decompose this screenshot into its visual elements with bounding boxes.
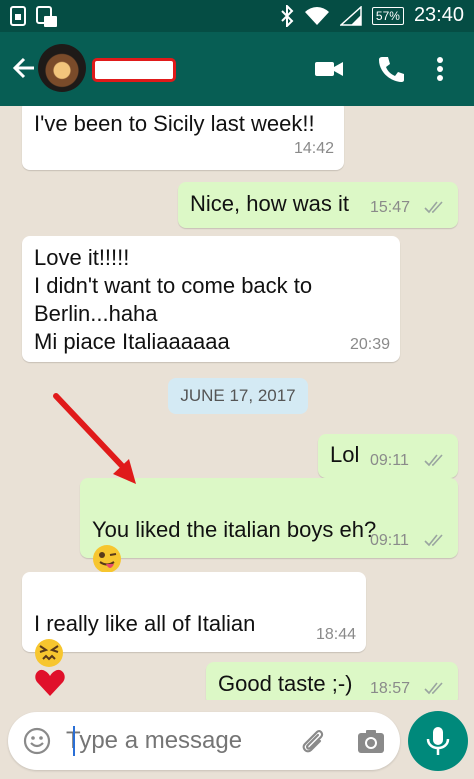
- red-heart-emoji: [35, 670, 65, 697]
- message-text-body: You liked the italian boys eh?: [92, 517, 377, 542]
- double-check-icon: [424, 682, 443, 695]
- message-time: 09:11: [370, 452, 409, 469]
- message-composer: [8, 712, 400, 770]
- message-text-body: I really like all of Italian: [34, 611, 256, 636]
- video-call-icon[interactable]: [314, 54, 344, 84]
- back-arrow-icon[interactable]: [10, 54, 38, 82]
- message-text: Lol: [330, 442, 360, 467]
- chat-area[interactable]: I've been to Sicily last week!! 14:42 Ni…: [0, 106, 474, 700]
- message-time: 14:42: [293, 140, 334, 157]
- incoming-message[interactable]: I really like all of Italian 18:44: [22, 572, 366, 697]
- message-text: Love it!!!!! I didn't want to come back …: [34, 245, 313, 354]
- battery-icon: 57%: [371, 6, 404, 25]
- emoji-icon[interactable]: [22, 726, 52, 756]
- sim-icon: [10, 6, 26, 26]
- camera-icon[interactable]: [356, 726, 386, 756]
- incoming-message[interactable]: Love it!!!!! I didn't want to come back …: [22, 236, 400, 362]
- message-text: Good taste ;-): [218, 671, 353, 696]
- bluetooth-icon: [281, 4, 294, 27]
- incoming-message[interactable]: I've been to Sicily last week!! 14:42: [22, 106, 344, 170]
- mic-icon: [426, 727, 450, 755]
- status-time: 23:40: [413, 4, 464, 26]
- mic-button[interactable]: [408, 711, 468, 771]
- message-text: Nice, how was it: [190, 191, 349, 216]
- outgoing-message[interactable]: You liked the italian boys eh? 09:11: [80, 478, 458, 574]
- date-divider: JUNE 17, 2017: [168, 378, 308, 414]
- phone-icon[interactable]: [376, 54, 406, 84]
- double-check-icon: [424, 534, 443, 547]
- signal-icon: [339, 5, 362, 26]
- redacted-contact-name[interactable]: [92, 58, 176, 82]
- chat-header: [0, 32, 474, 106]
- message-time: 09:11: [370, 532, 409, 549]
- sd-card-icon: [36, 6, 57, 27]
- more-vert-icon[interactable]: [432, 54, 448, 84]
- wifi-icon: [304, 6, 329, 25]
- message-time: 18:44: [315, 626, 356, 643]
- message-time: 20:39: [349, 336, 390, 353]
- avatar[interactable]: [38, 44, 86, 92]
- attach-icon[interactable]: [298, 726, 328, 756]
- message-text: I've been to Sicily last week!!: [34, 111, 315, 136]
- message-time: 18:57: [370, 680, 411, 697]
- outgoing-message[interactable]: Lol 09:11: [318, 434, 458, 478]
- message-input[interactable]: [66, 727, 286, 755]
- winking-tongue-emoji: [93, 545, 121, 574]
- text-cursor: [73, 726, 75, 756]
- outgoing-message[interactable]: Good taste ;-) 18:57: [206, 662, 458, 700]
- message-time: 15:47: [370, 199, 411, 216]
- outgoing-message[interactable]: Nice, how was it 15:47: [178, 182, 458, 228]
- message-text: You liked the italian boys eh?: [92, 488, 376, 574]
- double-check-icon: [424, 201, 443, 214]
- confounded-emoji: [35, 639, 63, 668]
- status-bar: 57% 23:40: [0, 0, 474, 32]
- double-check-icon: [424, 454, 443, 467]
